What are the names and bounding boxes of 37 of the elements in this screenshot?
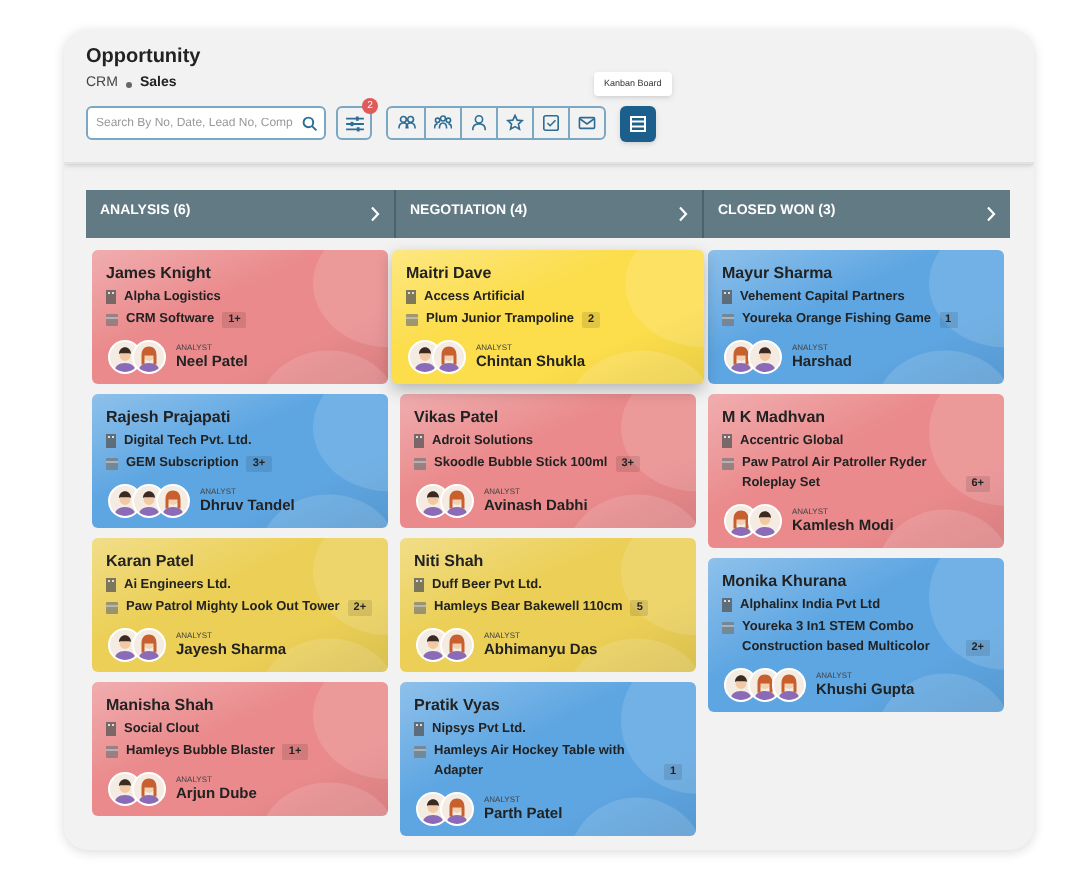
building-icon	[406, 290, 416, 304]
contact-name: Monika Khurana	[722, 569, 849, 591]
contact-name: M K Madhvan	[722, 405, 828, 427]
sliders-icon	[345, 115, 363, 131]
building-icon	[722, 290, 732, 304]
kanban-board-button[interactable]	[620, 105, 656, 141]
contact-name: Maitri Dave	[406, 261, 494, 283]
table-icon	[630, 115, 646, 131]
contact-name: Rajesh Prajapati	[106, 405, 233, 427]
building-icon	[414, 578, 424, 592]
building-icon	[722, 598, 732, 612]
chevron-right-icon[interactable]	[678, 205, 688, 221]
people-icon	[397, 114, 415, 132]
contact-name: Mayur Sharma	[722, 261, 835, 283]
star-icon	[506, 114, 524, 132]
search-icon	[302, 115, 318, 131]
contact-name: Vikas Patel	[414, 405, 501, 427]
contact-name: Manisha Shah	[106, 693, 216, 715]
building-icon	[106, 578, 116, 592]
contact-name: James Knight	[106, 261, 213, 283]
contact-name: Karan Patel	[106, 549, 197, 571]
checkbox-icon	[542, 114, 560, 132]
building-icon	[722, 434, 732, 448]
building-icon	[414, 722, 424, 736]
building-icon	[106, 722, 116, 736]
mail-icon	[578, 114, 596, 132]
contact-name: Niti Shah	[414, 549, 486, 571]
building-icon	[414, 434, 424, 448]
building-icon	[106, 290, 116, 304]
chevron-right-icon[interactable]	[986, 205, 996, 221]
separator-icon	[125, 81, 132, 88]
building-icon	[106, 434, 116, 448]
chevron-right-icon[interactable]	[370, 205, 380, 221]
person-icon	[470, 114, 488, 132]
contact-name: Pratik Vyas	[414, 693, 502, 715]
team-icon	[434, 114, 452, 132]
page-title: Opportunity	[86, 46, 203, 70]
